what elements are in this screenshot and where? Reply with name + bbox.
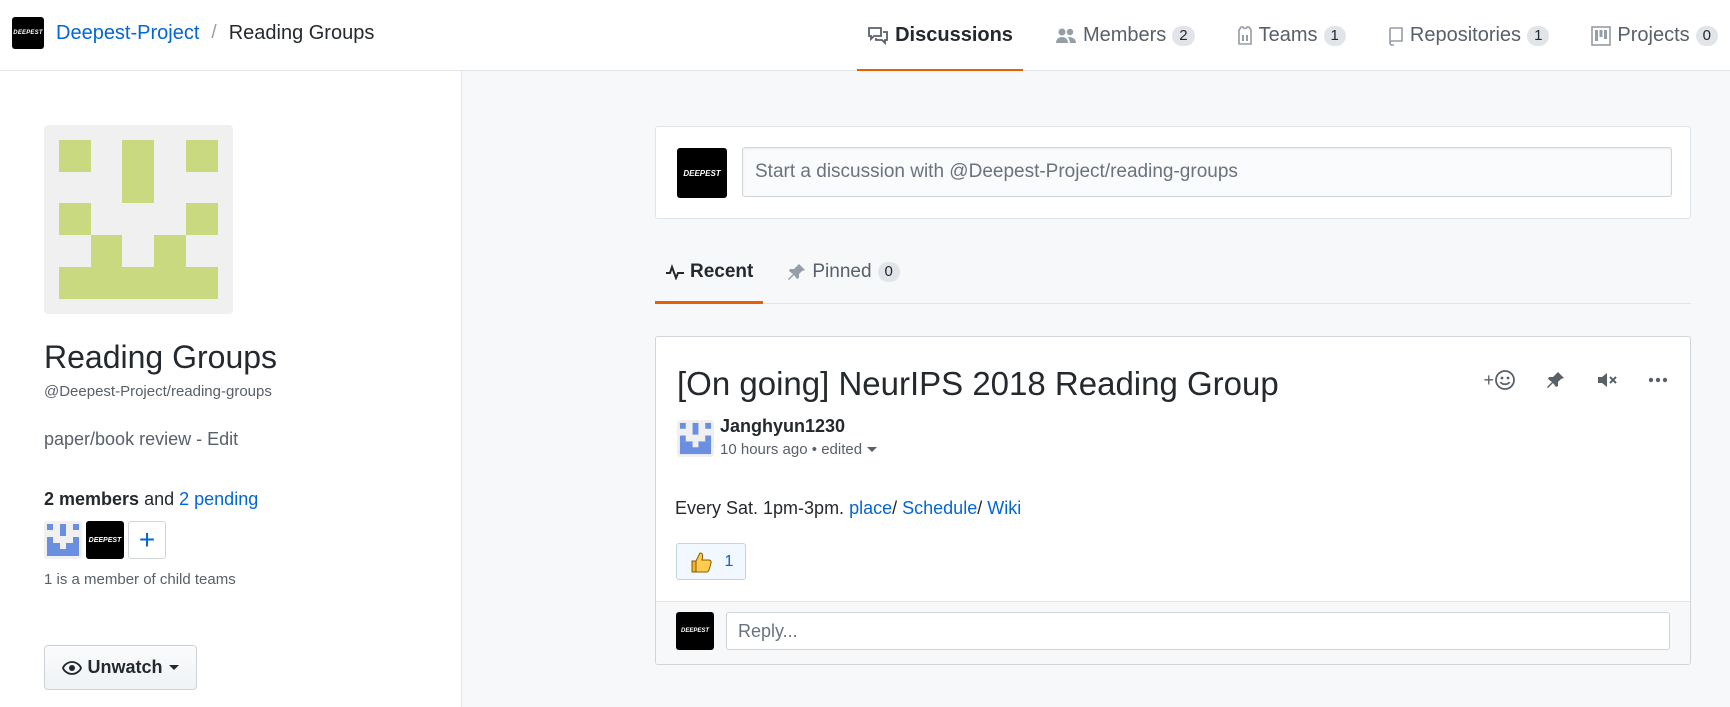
tab-repositories-label: Repositories: [1409, 24, 1522, 46]
tab-pinned-label: Pinned: [812, 261, 872, 282]
tab-members[interactable]: Members 2: [1045, 0, 1205, 71]
discussion-post: [On going] NeurIPS 2018 Reading Group + …: [655, 336, 1691, 665]
tab-projects-count: 0: [1695, 25, 1718, 46]
eye-icon: [62, 660, 83, 675]
author-avatar[interactable]: [677, 420, 714, 457]
tab-pinned[interactable]: Pinned 0: [777, 241, 910, 303]
org-name-link[interactable]: Deepest-Project: [56, 22, 199, 45]
link-place[interactable]: place: [849, 498, 892, 518]
reaction-count: 1: [724, 552, 734, 570]
pin-icon: [788, 264, 806, 280]
breadcrumb-team-name: Reading Groups: [228, 21, 375, 44]
discussion-filter-tabs: Recent Pinned 0: [655, 241, 1691, 304]
team-header: DEEPEST Deepest-Project / Reading Groups…: [0, 0, 1730, 71]
tab-discussions-label: Discussions: [895, 24, 1013, 46]
reply-bar: DEEPEST Reply...: [656, 601, 1690, 664]
member-avatar-list: DEEPEST +: [44, 521, 166, 559]
thumbs-up-reaction[interactable]: 1: [676, 543, 746, 580]
reply-input[interactable]: Reply...: [726, 612, 1670, 650]
mute-button[interactable]: [1596, 370, 1618, 390]
comment-discussion-icon: [868, 26, 889, 45]
unwatch-label: Unwatch: [87, 657, 163, 677]
post-time[interactable]: 10 hours ago: [720, 441, 808, 458]
jersey-icon: [1237, 25, 1252, 45]
thumbs-up-icon: [691, 551, 712, 572]
chevron-down-icon: [168, 665, 179, 670]
link-schedule[interactable]: Schedule: [902, 498, 977, 518]
link-wiki[interactable]: Wiki: [987, 498, 1021, 518]
repo-icon: [1389, 26, 1403, 46]
post-title[interactable]: [On going] NeurIPS 2018 Reading Group: [677, 365, 1279, 403]
tab-repositories[interactable]: Repositories 1: [1378, 0, 1560, 71]
start-discussion-input[interactable]: Start a discussion with @Deepest-Project…: [742, 147, 1672, 197]
tab-discussions[interactable]: Discussions: [857, 0, 1023, 71]
pulse-icon: [666, 264, 684, 280]
post-body-text: Every Sat. 1pm-3pm.: [675, 498, 845, 518]
org-logo[interactable]: DEEPEST: [12, 17, 44, 49]
team-description: paper/book review - Edit: [44, 429, 239, 449]
breadcrumb: DEEPEST Deepest-Project / Reading Groups: [12, 17, 374, 49]
post-author[interactable]: Janghyun1230: [720, 416, 845, 437]
members-and-text: and: [144, 489, 175, 509]
team-sidebar: Reading Groups @Deepest-Project/reading-…: [0, 71, 462, 707]
breadcrumb-separator: /: [211, 22, 217, 43]
unwatch-button[interactable]: Unwatch: [44, 645, 197, 690]
tab-recent-label: Recent: [690, 261, 754, 282]
tab-pinned-count: 0: [877, 262, 900, 282]
smiley-icon: [1495, 370, 1515, 390]
kebab-horizontal-icon: [1648, 377, 1668, 383]
members-summary: 2 members and 2 pending: [44, 489, 258, 510]
member-avatar-janghyun[interactable]: [44, 521, 82, 559]
add-reaction-plus: +: [1483, 369, 1494, 390]
add-member-button[interactable]: +: [128, 521, 166, 559]
pin-icon: [1547, 372, 1564, 388]
link-separator: /: [977, 498, 983, 518]
people-icon: [1055, 28, 1076, 43]
link-separator: /: [892, 498, 898, 518]
mute-icon: [1598, 373, 1617, 387]
member-avatar-deepest[interactable]: DEEPEST: [86, 521, 124, 559]
team-slug: @Deepest-Project/reading-groups: [44, 383, 272, 400]
chevron-down-icon: [867, 447, 878, 452]
tab-projects[interactable]: Projects 0: [1581, 0, 1728, 71]
child-teams-note: 1 is a member of child teams: [44, 571, 236, 588]
edited-dropdown[interactable]: edited: [821, 441, 862, 458]
post-body: Every Sat. 1pm-3pm. place/ Schedule/ Wik…: [675, 498, 1021, 519]
composer-avatar: DEEPEST: [677, 148, 727, 198]
project-icon: [1591, 25, 1612, 46]
pending-members-link[interactable]: 2 pending: [179, 489, 258, 509]
members-count: 2 members: [44, 489, 140, 509]
tab-teams-count: 1: [1323, 25, 1346, 46]
tab-members-label: Members: [1082, 24, 1167, 46]
discussions-main: DEEPEST Start a discussion with @Deepest…: [462, 71, 1730, 707]
pin-post-button[interactable]: [1546, 370, 1566, 390]
tab-repositories-count: 1: [1527, 25, 1550, 46]
tab-projects-label: Projects: [1617, 24, 1690, 46]
add-reaction-button[interactable]: +: [1483, 369, 1516, 391]
tab-teams[interactable]: Teams 1: [1227, 0, 1356, 71]
sidebar-team-name: Reading Groups: [44, 339, 278, 375]
post-actions: +: [1483, 369, 1668, 391]
more-options-button[interactable]: [1648, 377, 1668, 383]
reply-avatar: DEEPEST: [676, 612, 714, 650]
team-avatar-identicon: [44, 125, 233, 314]
team-nav-tabs: Discussions Members 2 Teams 1 Repositori…: [857, 0, 1730, 71]
tab-recent[interactable]: Recent: [655, 241, 764, 304]
post-meta-sep: •: [811, 441, 818, 458]
tab-members-count: 2: [1172, 25, 1195, 46]
tab-teams-label: Teams: [1258, 24, 1318, 46]
discussion-composer: DEEPEST Start a discussion with @Deepest…: [655, 126, 1691, 219]
post-meta: 10 hours ago • edited: [720, 441, 878, 458]
